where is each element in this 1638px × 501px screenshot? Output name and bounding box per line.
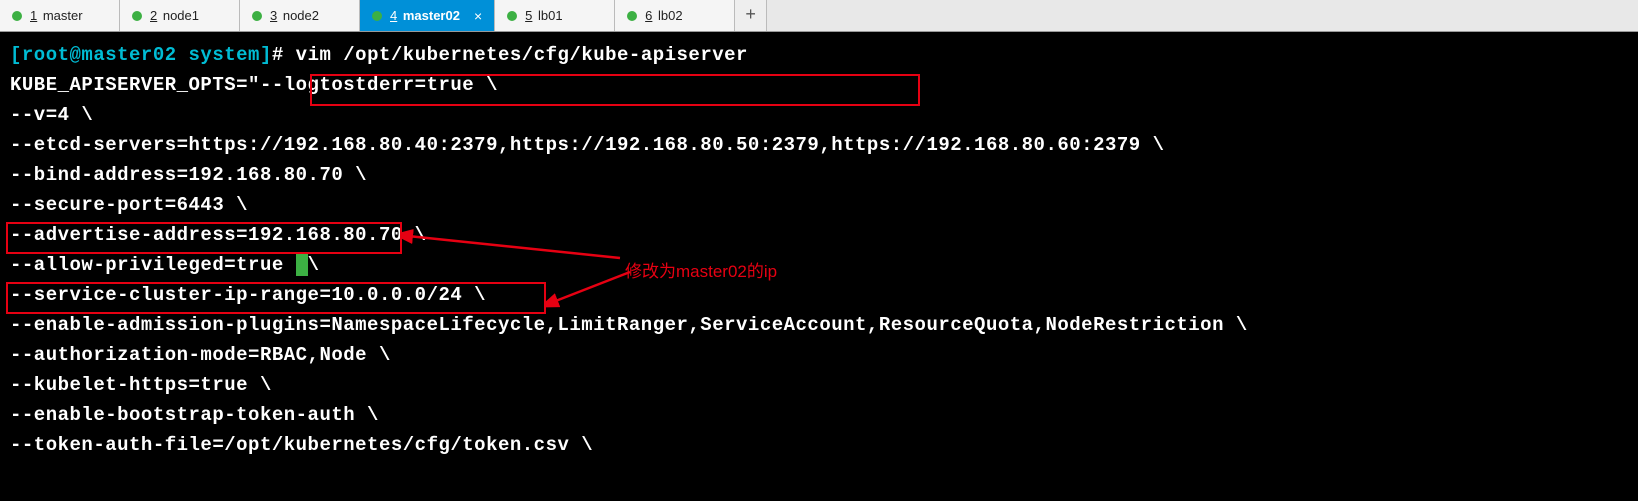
tab-label: 3 node2 [270, 8, 319, 23]
config-line: --secure-port=6443 \ [10, 190, 1628, 220]
status-dot-icon [132, 11, 142, 21]
tab-master[interactable]: 1 master [0, 0, 120, 31]
tab-label: 2 node1 [150, 8, 199, 23]
config-line: --bind-address=192.168.80.70 \ [10, 160, 1628, 190]
command-text: vim /opt/kubernetes/cfg/kube-apiserver [296, 44, 748, 66]
tab-lb02[interactable]: 6 lb02 [615, 0, 735, 31]
close-icon[interactable]: × [474, 8, 482, 24]
config-line: --service-cluster-ip-range=10.0.0.0/24 \ [10, 280, 1628, 310]
status-dot-icon [627, 11, 637, 21]
add-tab-button[interactable]: + [735, 0, 767, 31]
status-dot-icon [372, 11, 382, 21]
config-line: --kubelet-https=true \ [10, 370, 1628, 400]
prompt-hash: # [272, 44, 296, 66]
tab-label: 4 master02 [390, 8, 460, 23]
tab-node1[interactable]: 2 node1 [120, 0, 240, 31]
prompt-user: [root@master02 [10, 44, 189, 66]
config-line: --advertise-address=192.168.80.70 \ [10, 220, 1628, 250]
tab-bar: 1 master 2 node1 3 node2 4 master02 × 5 lb01 6… [0, 0, 1638, 32]
tab-label: 5 lb01 [525, 8, 562, 23]
config-line: --allow-privileged=true \ [10, 250, 1628, 280]
tab-label: 1 master [30, 8, 83, 23]
prompt-path: system] [189, 44, 272, 66]
config-line: KUBE_APISERVER_OPTS="--logtostderr=true … [10, 70, 1628, 100]
config-line: --token-auth-file=/opt/kubernetes/cfg/to… [10, 430, 1628, 460]
config-block: KUBE_APISERVER_OPTS="--logtostderr=true … [10, 70, 1628, 460]
config-line: --enable-admission-plugins=NamespaceLife… [10, 310, 1628, 340]
config-line: --enable-bootstrap-token-auth \ [10, 400, 1628, 430]
config-line: --v=4 \ [10, 100, 1628, 130]
tab-label: 6 lb02 [645, 8, 682, 23]
config-line: --etcd-servers=https://192.168.80.40:237… [10, 130, 1628, 160]
tab-node2[interactable]: 3 node2 [240, 0, 360, 31]
status-dot-icon [252, 11, 262, 21]
tab-lb01[interactable]: 5 lb01 [495, 0, 615, 31]
annotation-label: 修改为master02的ip [625, 257, 777, 287]
config-line: --authorization-mode=RBAC,Node \ [10, 340, 1628, 370]
terminal-area[interactable]: [root@master02 system]# vim /opt/kuberne… [0, 32, 1638, 460]
tab-master02[interactable]: 4 master02 × [360, 0, 495, 31]
status-dot-icon [12, 11, 22, 21]
prompt-line: [root@master02 system]# vim /opt/kuberne… [10, 40, 1628, 70]
status-dot-icon [507, 11, 517, 21]
cursor-icon [296, 254, 308, 276]
